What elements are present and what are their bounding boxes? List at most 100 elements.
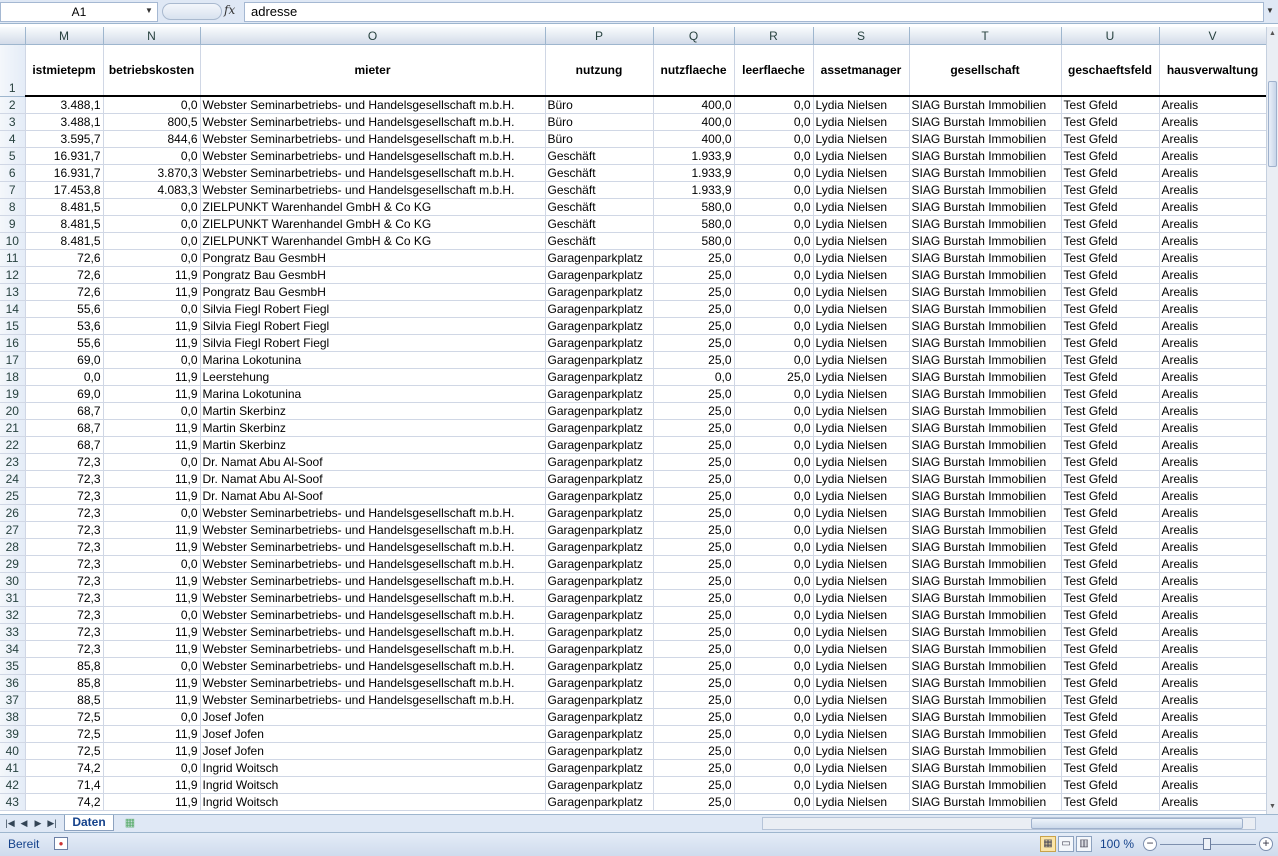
horizontal-scroll-thumb[interactable] (1031, 818, 1243, 829)
cell[interactable]: Webster Seminarbetriebs- und Handelsgese… (200, 606, 546, 624)
cell[interactable]: Test Gfeld (1061, 504, 1160, 522)
cell[interactable]: Arealis (1159, 402, 1266, 420)
cell[interactable]: Arealis (1159, 96, 1266, 114)
cell[interactable]: 72,6 (25, 266, 104, 284)
cell[interactable]: Garagenparkplatz (545, 623, 654, 641)
cell[interactable]: Arealis (1159, 725, 1266, 743)
cell[interactable]: Garagenparkplatz (545, 606, 654, 624)
row-header[interactable]: 10 (0, 232, 26, 250)
last-sheet-icon[interactable]: ▶| (46, 816, 58, 831)
cell[interactable]: Pongratz Bau GesmbH (200, 283, 546, 301)
sheet-tab-daten[interactable]: Daten (64, 815, 114, 831)
cell[interactable]: 0,0 (734, 674, 814, 692)
cell[interactable]: Garagenparkplatz (545, 725, 654, 743)
cell[interactable]: 11,9 (103, 283, 201, 301)
cell[interactable]: 0,0 (653, 368, 735, 386)
cell[interactable]: 11,9 (103, 470, 201, 488)
cell[interactable]: Test Gfeld (1061, 385, 1160, 403)
cell[interactable]: 11,9 (103, 385, 201, 403)
cell[interactable]: Lydia Nielsen (813, 538, 910, 556)
cell[interactable]: SIAG Burstah Immobilien (909, 266, 1062, 284)
cell[interactable]: 0,0 (734, 232, 814, 250)
cell[interactable]: 25,0 (653, 300, 735, 318)
cell[interactable]: Lydia Nielsen (813, 249, 910, 267)
cell[interactable]: Lydia Nielsen (813, 725, 910, 743)
cell[interactable]: Arealis (1159, 589, 1266, 607)
cell[interactable]: 72,3 (25, 623, 104, 641)
cell[interactable]: Lydia Nielsen (813, 113, 910, 131)
cell[interactable]: 580,0 (653, 232, 735, 250)
cell[interactable]: 400,0 (653, 130, 735, 148)
cell[interactable]: Webster Seminarbetriebs- und Handelsgese… (200, 572, 546, 590)
cell[interactable]: SIAG Burstah Immobilien (909, 453, 1062, 471)
cell[interactable]: Leerstehung (200, 368, 546, 386)
cell[interactable]: Arealis (1159, 317, 1266, 335)
cell[interactable]: 25,0 (653, 419, 735, 437)
horizontal-scrollbar[interactable] (762, 817, 1256, 830)
cell[interactable]: 11,9 (103, 793, 201, 811)
cell[interactable]: 11,9 (103, 589, 201, 607)
cell[interactable]: 11,9 (103, 538, 201, 556)
cell[interactable]: Test Gfeld (1061, 572, 1160, 590)
cell[interactable]: Arealis (1159, 657, 1266, 675)
cell[interactable]: 72,3 (25, 453, 104, 471)
cell[interactable]: Arealis (1159, 368, 1266, 386)
cell[interactable]: Webster Seminarbetriebs- und Handelsgese… (200, 504, 546, 522)
cell[interactable]: Lydia Nielsen (813, 623, 910, 641)
cell[interactable]: 25,0 (653, 521, 735, 539)
cell[interactable]: 580,0 (653, 215, 735, 233)
cell[interactable]: Arealis (1159, 759, 1266, 777)
cell[interactable]: 25,0 (734, 368, 814, 386)
cell[interactable]: Test Gfeld (1061, 589, 1160, 607)
cell[interactable]: 11,9 (103, 572, 201, 590)
cell[interactable]: 0,0 (734, 793, 814, 811)
cell[interactable]: 0,0 (734, 351, 814, 369)
cell[interactable]: 25,0 (653, 436, 735, 454)
cell[interactable]: Webster Seminarbetriebs- und Handelsgese… (200, 181, 546, 199)
cell[interactable]: 72,3 (25, 589, 104, 607)
cell[interactable]: 0,0 (103, 657, 201, 675)
cell[interactable]: 0,0 (734, 487, 814, 505)
cell[interactable]: 400,0 (653, 113, 735, 131)
cell[interactable]: Dr. Namat Abu Al-Soof (200, 487, 546, 505)
cell[interactable]: 25,0 (653, 708, 735, 726)
cell[interactable]: 72,5 (25, 725, 104, 743)
cell[interactable]: Test Gfeld (1061, 334, 1160, 352)
cell[interactable]: Lydia Nielsen (813, 691, 910, 709)
cell[interactable]: 25,0 (653, 504, 735, 522)
cell[interactable]: 0,0 (734, 776, 814, 794)
cell[interactable]: Lydia Nielsen (813, 351, 910, 369)
cell[interactable]: SIAG Burstah Immobilien (909, 606, 1062, 624)
row-header[interactable]: 14 (0, 300, 26, 318)
cell[interactable]: 25,0 (653, 640, 735, 658)
cell[interactable]: SIAG Burstah Immobilien (909, 759, 1062, 777)
cell[interactable]: Garagenparkplatz (545, 708, 654, 726)
cell[interactable]: Arealis (1159, 181, 1266, 199)
next-sheet-icon[interactable]: ▶ (32, 816, 44, 831)
cell[interactable]: SIAG Burstah Immobilien (909, 623, 1062, 641)
cell[interactable]: 71,4 (25, 776, 104, 794)
cell[interactable]: Arealis (1159, 640, 1266, 658)
cell[interactable]: 72,5 (25, 742, 104, 760)
cell[interactable]: Ingrid Woitsch (200, 793, 546, 811)
cell[interactable]: Martin Skerbinz (200, 402, 546, 420)
cell[interactable]: Test Gfeld (1061, 708, 1160, 726)
cell[interactable]: SIAG Burstah Immobilien (909, 674, 1062, 692)
page-layout-view-icon[interactable]: ▭ (1058, 836, 1074, 852)
cell[interactable]: SIAG Burstah Immobilien (909, 198, 1062, 216)
cell[interactable]: 72,3 (25, 555, 104, 573)
cell[interactable]: Arealis (1159, 198, 1266, 216)
cell[interactable]: Test Gfeld (1061, 96, 1160, 114)
cell[interactable]: Silvia Fiegl Robert Fiegl (200, 317, 546, 335)
cell[interactable]: 0,0 (734, 113, 814, 131)
cell[interactable]: Garagenparkplatz (545, 691, 654, 709)
row-header[interactable]: 34 (0, 640, 26, 658)
cell[interactable]: 16.931,7 (25, 147, 104, 165)
cell[interactable]: Lydia Nielsen (813, 572, 910, 590)
row-header[interactable]: 42 (0, 776, 26, 794)
cell[interactable]: Lydia Nielsen (813, 436, 910, 454)
cell[interactable]: 0,0 (103, 147, 201, 165)
cell[interactable]: Arealis (1159, 674, 1266, 692)
cell[interactable]: 25,0 (653, 283, 735, 301)
cell[interactable]: 85,8 (25, 657, 104, 675)
